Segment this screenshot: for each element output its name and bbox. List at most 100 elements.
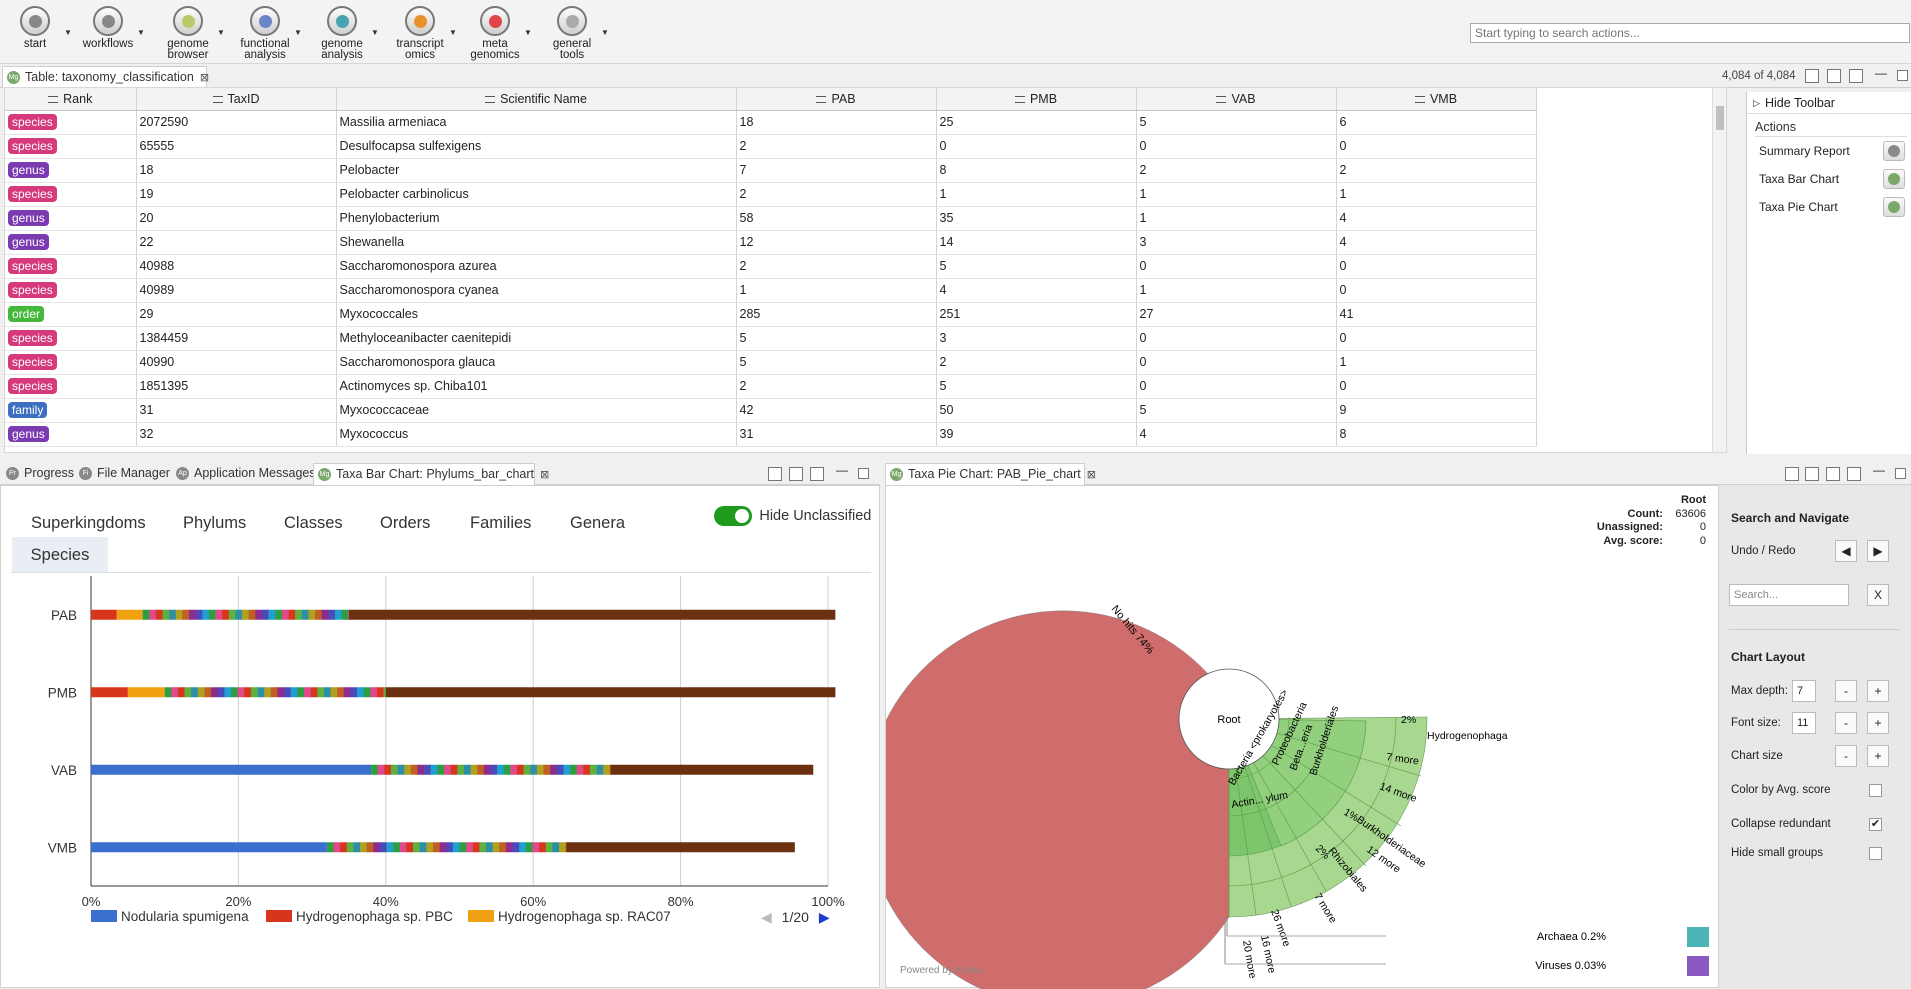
table-cell[interactable]: 27 <box>1136 302 1337 327</box>
bar-segment[interactable] <box>510 764 518 775</box>
table-cell[interactable]: 18 <box>736 110 937 135</box>
bar-segment[interactable] <box>202 609 210 620</box>
action-icon[interactable] <box>1883 169 1905 189</box>
table-cell[interactable]: 0 <box>1136 374 1337 399</box>
bar-segment[interactable] <box>589 764 597 775</box>
chart-size-decrease[interactable]: - <box>1835 745 1857 767</box>
table-cell[interactable]: 65555 <box>136 134 337 159</box>
table-cell[interactable]: 40988 <box>136 254 337 279</box>
action-item[interactable]: Taxa Pie Chart <box>1747 193 1911 221</box>
bar-segment[interactable] <box>404 764 412 775</box>
bar-segment[interactable] <box>472 842 480 853</box>
bar-segment[interactable] <box>284 687 292 698</box>
table-cell[interactable]: Saccharomonospora azurea <box>336 254 737 279</box>
toolbar-button-3[interactable]: functional analysis <box>230 4 300 62</box>
table-row[interactable]: species 40990 Saccharomonospora glauca 5 2 0 1 <box>5 350 1712 375</box>
minimize-icon[interactable]: — <box>1875 66 1887 80</box>
table-row[interactable]: order 29 Myxococcales 285 251 27 41 <box>5 302 1712 327</box>
bar-segment[interactable] <box>545 842 553 853</box>
max-depth-decrease[interactable]: - <box>1835 680 1857 702</box>
max-depth-input[interactable]: 7 <box>1792 680 1816 702</box>
table-cell[interactable]: family <box>5 398 137 423</box>
table-cell[interactable]: 1 <box>1336 350 1537 375</box>
bar-segment[interactable] <box>536 764 544 775</box>
bar-segment[interactable] <box>479 842 487 853</box>
bar-segment[interactable] <box>264 687 272 698</box>
table-cell[interactable]: 12 <box>736 230 937 255</box>
table-cell[interactable]: 285 <box>736 302 937 327</box>
table-cell[interactable]: 0 <box>1136 254 1337 279</box>
tab-pie-chart[interactable]: Mg Taxa Pie Chart: PAB_Pie_chart ⊠ <box>885 463 1096 485</box>
table-cell[interactable]: 5 <box>1136 398 1337 423</box>
save-as-icon[interactable] <box>1849 69 1863 83</box>
table-cell[interactable]: 5 <box>736 350 937 375</box>
bar-segment[interactable] <box>91 609 117 620</box>
table-cell[interactable]: 58 <box>736 206 937 231</box>
bar-segment[interactable] <box>373 842 381 853</box>
bar-segment[interactable] <box>370 687 378 698</box>
bar-segment[interactable] <box>556 764 564 775</box>
bar-segment[interactable] <box>499 842 507 853</box>
table-cell[interactable]: Methyloceanibacter caenitepidi <box>336 326 737 351</box>
bar-segment[interactable] <box>248 609 256 620</box>
table-cell[interactable]: 8 <box>936 158 1137 183</box>
bar-segment[interactable] <box>563 764 571 775</box>
table-cell[interactable]: 1 <box>1336 182 1537 207</box>
table-cell[interactable]: Saccharomonospora glauca <box>336 350 737 375</box>
bar-segment[interactable] <box>503 764 511 775</box>
table-cell[interactable]: 19 <box>136 182 337 207</box>
bar-segment[interactable] <box>386 842 394 853</box>
bar-segment[interactable] <box>231 687 238 698</box>
table-cell[interactable]: species <box>5 254 137 279</box>
table-cell[interactable]: 5 <box>736 326 937 351</box>
bar-segment[interactable] <box>516 764 524 775</box>
bar-segment[interactable] <box>463 764 471 775</box>
tab-file-manager[interactable]: Fi File Manager <box>75 463 171 485</box>
table-cell[interactable]: 6 <box>1336 110 1537 135</box>
bar-segment[interactable] <box>566 842 795 853</box>
bar-segment[interactable] <box>142 609 150 620</box>
table-cell[interactable]: 1 <box>736 278 937 303</box>
table-cell[interactable]: 22 <box>136 230 337 255</box>
bar-segment[interactable] <box>393 842 401 853</box>
bar-segment[interactable] <box>492 842 500 853</box>
minimize-icon[interactable]: — <box>1873 463 1885 477</box>
tab-taxonomy-table[interactable]: Mg Table: taxonomy_classification ⊠ <box>2 66 209 88</box>
chevron-down-icon[interactable]: ▼ <box>217 28 225 37</box>
rank-tab[interactable]: Phylums <box>183 514 246 533</box>
table-cell[interactable]: genus <box>5 230 137 255</box>
table-row[interactable]: species 19 Pelobacter carbinolicus 2 1 1 1 <box>5 182 1712 207</box>
max-depth-increase[interactable]: + <box>1867 680 1889 702</box>
bar-segment[interactable] <box>328 609 336 620</box>
table-cell[interactable]: 5 <box>936 374 1137 399</box>
table-cell[interactable]: 2 <box>1136 158 1337 183</box>
save-icon[interactable] <box>1827 69 1841 83</box>
collapse-checkbox[interactable]: ✔ <box>1869 818 1882 831</box>
bar-segment[interactable] <box>270 687 278 698</box>
bar-segment[interactable] <box>277 687 285 698</box>
font-size-decrease[interactable]: - <box>1835 712 1857 734</box>
bar-segment[interactable] <box>315 609 322 620</box>
table-cell[interactable]: 0 <box>1336 254 1537 279</box>
table-cell[interactable]: order <box>5 302 137 327</box>
bar-segment[interactable] <box>191 687 199 698</box>
table-cell[interactable]: 1 <box>1136 278 1337 303</box>
clear-search-button[interactable]: X <box>1867 584 1889 606</box>
column-header[interactable]: Scientific Name <box>336 88 737 111</box>
bar-segment[interactable] <box>406 842 414 853</box>
table-cell[interactable]: 0 <box>1136 350 1337 375</box>
table-cell[interactable]: 0 <box>1136 134 1337 159</box>
table-cell[interactable]: 8 <box>1336 422 1537 447</box>
table-cell[interactable]: 50 <box>936 398 1137 423</box>
bar-segment[interactable] <box>301 609 309 620</box>
table-cell[interactable]: Massilia armeniaca <box>336 110 737 135</box>
bar-segment[interactable] <box>91 764 372 775</box>
prev-page-icon[interactable]: ◀ <box>761 909 772 925</box>
column-header[interactable]: Rank <box>5 88 137 111</box>
krona-sunburst[interactable]: Root No hits 74% Bacteria <prokaryotes> … <box>886 486 1720 989</box>
table-cell[interactable]: 3 <box>936 326 1137 351</box>
table-cell[interactable]: 0 <box>1336 278 1537 303</box>
bar-segment[interactable] <box>596 764 604 775</box>
bar-segment[interactable] <box>169 609 177 620</box>
bar-segment[interactable] <box>257 687 265 698</box>
